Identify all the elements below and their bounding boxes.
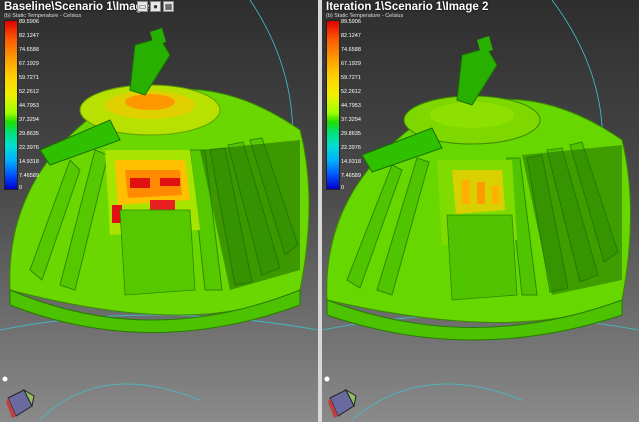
palette-icon[interactable]: ●: [150, 1, 161, 12]
view-toolbar: ▭ ● ▦: [137, 1, 174, 12]
legend-value: 29.8635: [341, 131, 361, 137]
iteration-heatsink-model: [322, 0, 639, 421]
comparison-viewer: Baseline\Scenario 1\Image 2 (b) Static T…: [0, 0, 639, 422]
iteration-title: Iteration 1\Scenario 1\Image 2: [326, 1, 489, 13]
grid-icon[interactable]: ▦: [163, 1, 174, 12]
legend-value: 37.3294: [19, 117, 39, 123]
baseline-title: Baseline\Scenario 1\Image 2: [4, 1, 159, 13]
legend-value: 14.9318: [19, 159, 39, 165]
baseline-legend-caption: (b) Static Temperature - Celsius: [4, 13, 82, 19]
legend-value: 82.1247: [341, 33, 361, 39]
color-scale-bar: [326, 20, 340, 190]
legend-value: 89.5906: [19, 19, 39, 25]
legend-value: 37.3294: [341, 117, 361, 123]
legend-value: 59.7271: [341, 75, 361, 81]
axis-triad-icon[interactable]: [324, 376, 358, 420]
legend-value: 89.5906: [341, 19, 361, 25]
page-icon[interactable]: ▭: [137, 1, 148, 12]
legend-value: 14.9318: [341, 159, 361, 165]
axis-triad-icon[interactable]: [2, 376, 36, 420]
legend-value: 74.6588: [19, 47, 39, 53]
legend-value: 74.6588: [341, 47, 361, 53]
legend-value: 67.1929: [341, 61, 361, 67]
legend-value: 52.2612: [341, 89, 361, 95]
baseline-heatsink-model: [0, 0, 318, 421]
legend-value: 44.7953: [341, 103, 361, 109]
iteration-legend-caption: (b) Static Temperature - Celsius: [326, 13, 404, 19]
legend-value: 44.7953: [19, 103, 39, 109]
legend-value: 0: [341, 185, 345, 191]
legend-value: 22.3976: [341, 145, 361, 151]
legend-value: 52.2612: [19, 89, 39, 95]
legend-value: 7.46589: [341, 173, 361, 179]
iteration-viewport[interactable]: Iteration 1\Scenario 1\Image 2 (b) Stati…: [322, 0, 639, 422]
legend-value: 67.1929: [19, 61, 39, 67]
legend-value: 7.46589: [19, 173, 39, 179]
baseline-viewport[interactable]: Baseline\Scenario 1\Image 2 (b) Static T…: [0, 0, 318, 422]
color-scale-bar: [4, 20, 18, 190]
legend-value: 82.1247: [19, 33, 39, 39]
legend-value: 59.7271: [19, 75, 39, 81]
legend-value: 29.8635: [19, 131, 39, 137]
legend-value: 22.3976: [19, 145, 39, 151]
legend-value: 0: [19, 185, 23, 191]
